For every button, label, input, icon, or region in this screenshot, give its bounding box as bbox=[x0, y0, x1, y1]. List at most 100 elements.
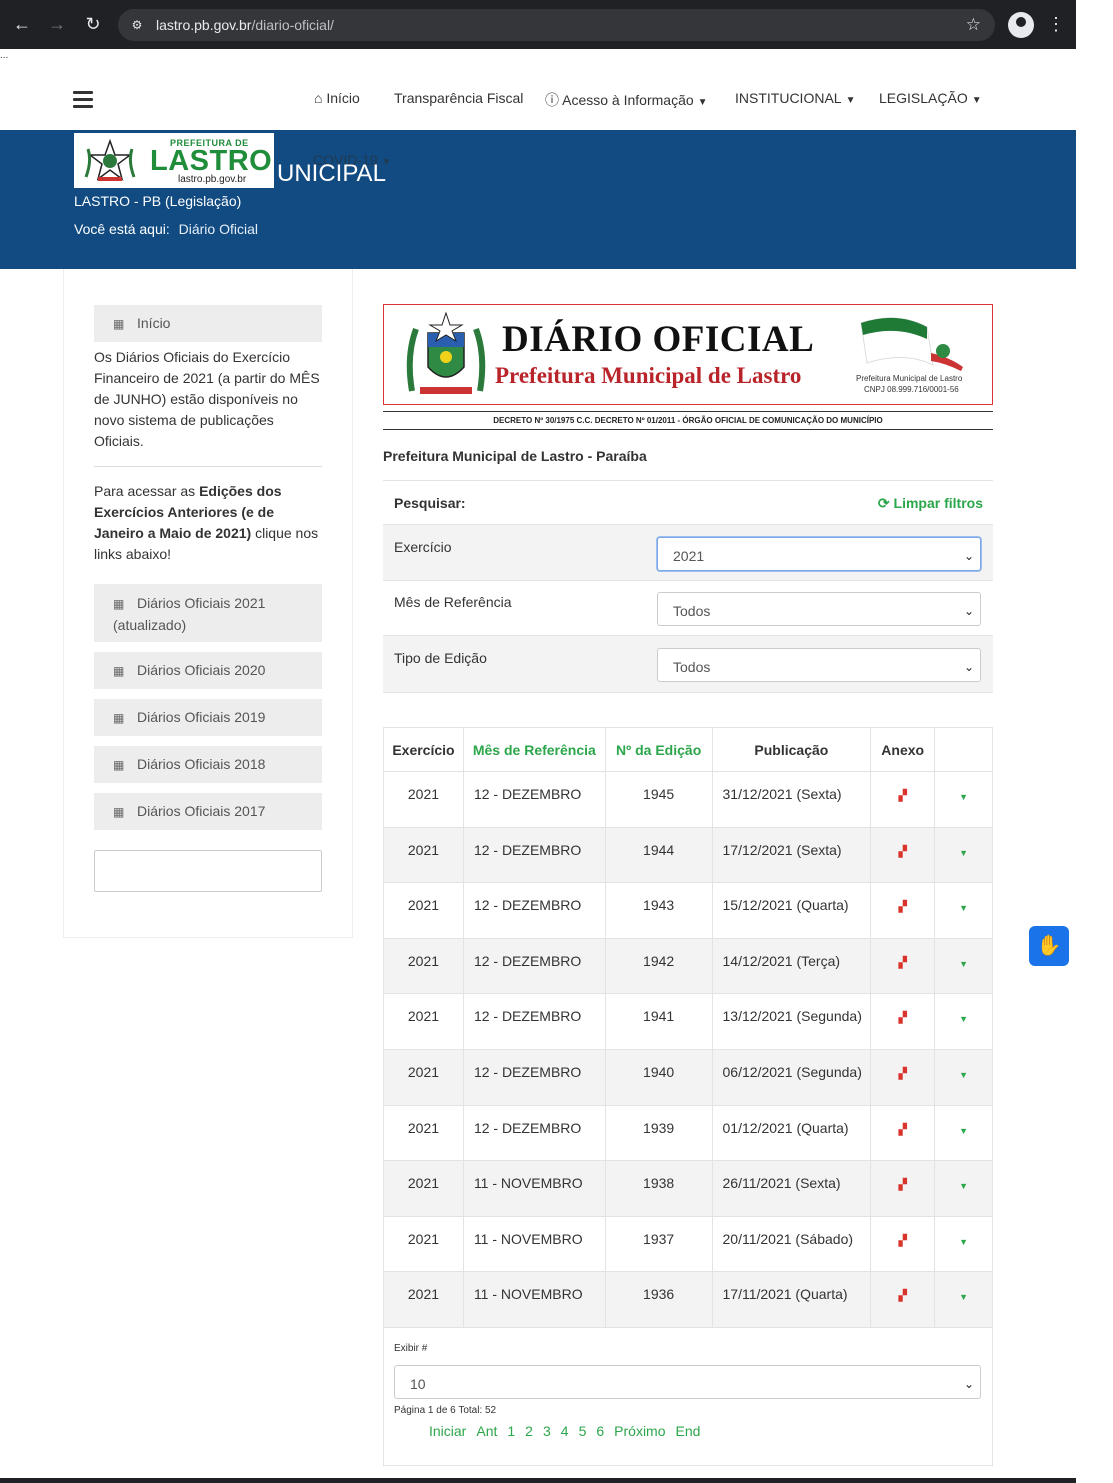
caret-down-icon[interactable]: ▼ bbox=[959, 1126, 968, 1136]
page-size-select[interactable]: 10 ⌄ bbox=[394, 1365, 981, 1399]
table-row: 2021 12 - DEZEMBRO 1944 17/12/2021 (Sexta) ▞… bbox=[383, 826, 993, 884]
page-link-1[interactable]: 1 bbox=[507, 1423, 515, 1439]
cell-publicacao: 17/12/2021 (Sexta) bbox=[711, 826, 872, 884]
sign-language-icon[interactable]: ✋ bbox=[1029, 926, 1069, 966]
url-text[interactable]: lastro.pb.gov.br/diario-oficial/ bbox=[156, 9, 334, 41]
cell-anexo: ▞ bbox=[870, 826, 936, 884]
nav-legislacao[interactable]: LEGISLAÇÃO ▼ bbox=[879, 90, 982, 110]
cell-actions: ▼ bbox=[934, 882, 993, 939]
page-last-link[interactable]: End bbox=[676, 1423, 701, 1439]
filters-panel: Pesquisar: ⟳ Limpar filtros Exercício 20… bbox=[383, 480, 993, 693]
cell-actions: ▼ bbox=[934, 1104, 993, 1162]
calendar-icon: ▦ bbox=[113, 597, 125, 611]
sidebar-divider bbox=[94, 466, 322, 467]
nav-inicio[interactable]: ⌂ Início bbox=[314, 90, 360, 110]
col-anexo: Anexo bbox=[870, 727, 936, 772]
chevron-down-icon: ⌄ bbox=[963, 1377, 974, 1391]
hamburger-menu-icon[interactable] bbox=[73, 91, 93, 108]
table-header-row: Exercício Mês de Referência Nº da Edição… bbox=[383, 727, 993, 772]
reload-icon[interactable]: ↻ bbox=[79, 0, 107, 49]
sidebar-link-2021[interactable]: ▦ Diários Oficiais 2021 (atualizado) bbox=[94, 584, 322, 642]
col-numero-edicao[interactable]: Nº da Edição bbox=[604, 727, 713, 772]
cell-anexo: ▞ bbox=[870, 1160, 936, 1217]
sidebar-link-2020[interactable]: ▦ Diários Oficiais 2020 bbox=[94, 652, 322, 689]
cell-exercicio: 2021 bbox=[383, 882, 464, 939]
sidebar-link-2019[interactable]: ▦ Diários Oficiais 2019 bbox=[94, 699, 322, 736]
page-link-5[interactable]: 5 bbox=[579, 1423, 587, 1439]
cell-publicacao: 13/12/2021 (Segunda) bbox=[711, 993, 872, 1050]
cell-exercicio: 2021 bbox=[383, 1104, 464, 1162]
caret-down-icon[interactable]: ▼ bbox=[959, 1181, 968, 1191]
divider bbox=[383, 429, 993, 430]
nav-institucional[interactable]: INSTITUCIONAL ▼ bbox=[735, 90, 855, 110]
table-row: 2021 12 - DEZEMBRO 1945 31/12/2021 (Sexta) ▞… bbox=[383, 771, 993, 828]
site-settings-icon[interactable]: ⚙ bbox=[128, 16, 146, 34]
cell-mes: 11 - NOVEMBRO bbox=[462, 1215, 606, 1273]
nav-acesso-informacao[interactable]: ⓘ Acesso à Informação ▼ bbox=[545, 90, 708, 110]
calendar-icon: ▦ bbox=[113, 805, 125, 819]
cell-edicao: 1936 bbox=[604, 1271, 713, 1328]
caret-down-icon[interactable]: ▼ bbox=[959, 1014, 968, 1024]
pdf-icon[interactable]: ▞ bbox=[898, 789, 906, 802]
pdf-icon[interactable]: ▞ bbox=[898, 900, 906, 913]
banner-title: UNICIPAL bbox=[277, 160, 386, 187]
caret-down-icon[interactable]: ▼ bbox=[959, 1292, 968, 1302]
pdf-icon[interactable]: ▞ bbox=[898, 1289, 906, 1302]
page-first-link[interactable]: Iniciar bbox=[429, 1423, 466, 1439]
diario-oficial-header: DIÁRIO OFICIAL Prefeitura Municipal de L… bbox=[383, 304, 993, 405]
site-logo[interactable]: PREFEITURA DE LASTRO lastro.pb.gov.br bbox=[74, 133, 274, 188]
nav-transparencia[interactable]: Transparência Fiscal bbox=[394, 90, 523, 110]
refresh-icon: ⟳ bbox=[877, 495, 890, 511]
sidebar-inicio-button[interactable]: ▦ Início bbox=[94, 305, 322, 342]
bookmark-star-icon[interactable]: ☆ bbox=[966, 9, 981, 41]
caret-down-icon[interactable]: ▼ bbox=[959, 903, 968, 913]
flag-icon bbox=[860, 317, 963, 371]
info-circle-icon: ⓘ bbox=[545, 92, 559, 108]
caret-down-icon[interactable]: ▼ bbox=[959, 848, 968, 858]
cell-mes: 12 - DEZEMBRO bbox=[462, 1048, 606, 1106]
back-icon[interactable]: ← bbox=[8, 0, 36, 49]
pdf-icon[interactable]: ▞ bbox=[898, 1123, 906, 1136]
page-link-6[interactable]: 6 bbox=[596, 1423, 604, 1439]
page-link-2[interactable]: 2 bbox=[525, 1423, 533, 1439]
forward-icon[interactable]: → bbox=[43, 0, 71, 49]
pdf-icon[interactable]: ▞ bbox=[898, 1011, 906, 1024]
caret-down-icon[interactable]: ▼ bbox=[959, 1070, 968, 1080]
cell-edicao: 1945 bbox=[604, 771, 713, 828]
tipo-select[interactable]: Todos ⌄ bbox=[657, 648, 981, 682]
menu-kebab-icon[interactable]: ⋮ bbox=[1046, 0, 1066, 49]
cell-edicao: 1937 bbox=[604, 1215, 713, 1273]
caret-down-icon[interactable]: ▼ bbox=[959, 792, 968, 802]
caret-down-icon[interactable]: ▼ bbox=[959, 1237, 968, 1247]
flag-caption-2: CNPJ 08.999.716/0001-56 bbox=[864, 385, 959, 394]
pdf-icon[interactable]: ▞ bbox=[898, 1178, 906, 1191]
caret-down-icon[interactable]: ▼ bbox=[959, 959, 968, 969]
cell-anexo: ▞ bbox=[870, 771, 936, 828]
mes-select[interactable]: Todos ⌄ bbox=[657, 592, 981, 626]
pdf-icon[interactable]: ▞ bbox=[898, 1067, 906, 1080]
bottom-bar bbox=[0, 1478, 1076, 1483]
breadcrumb-current[interactable]: Diário Oficial bbox=[179, 221, 258, 237]
table-row: 2021 12 - DEZEMBRO 1940 06/12/2021 (Segunda… bbox=[383, 1048, 993, 1106]
pdf-icon[interactable]: ▞ bbox=[898, 1234, 906, 1247]
cell-anexo: ▞ bbox=[870, 1048, 936, 1106]
page-link-4[interactable]: 4 bbox=[561, 1423, 569, 1439]
page-next-link[interactable]: Próximo bbox=[614, 1423, 665, 1439]
col-mes-referencia[interactable]: Mês de Referência bbox=[462, 727, 606, 772]
decreto-text: DECRETO Nº 30/1975 C.C. DECRETO Nº 01/20… bbox=[493, 416, 883, 425]
pdf-icon[interactable]: ▞ bbox=[898, 956, 906, 969]
col-publicacao: Publicação bbox=[711, 727, 872, 772]
calendar-icon: ▦ bbox=[113, 664, 125, 678]
divider bbox=[383, 411, 993, 412]
sidebar-link-2018[interactable]: ▦ Diários Oficiais 2018 bbox=[94, 746, 322, 783]
profile-icon[interactable] bbox=[1008, 12, 1034, 38]
exercicio-select[interactable]: 2021 ⌄ bbox=[657, 537, 981, 571]
pdf-icon[interactable]: ▞ bbox=[898, 845, 906, 858]
sidebar-info-text: Os Diários Oficiais do Exercício Finance… bbox=[94, 349, 320, 449]
filters-header: Pesquisar: ⟳ Limpar filtros bbox=[383, 481, 993, 525]
sidebar-link-2017[interactable]: ▦ Diários Oficiais 2017 bbox=[94, 793, 322, 830]
page-prev-link[interactable]: Ant bbox=[476, 1423, 497, 1439]
page-link-3[interactable]: 3 bbox=[543, 1423, 551, 1439]
address-bar[interactable]: ⚙ lastro.pb.gov.br/diario-oficial/ ☆ bbox=[118, 9, 995, 41]
clear-filters-button[interactable]: ⟳ Limpar filtros bbox=[878, 495, 983, 512]
